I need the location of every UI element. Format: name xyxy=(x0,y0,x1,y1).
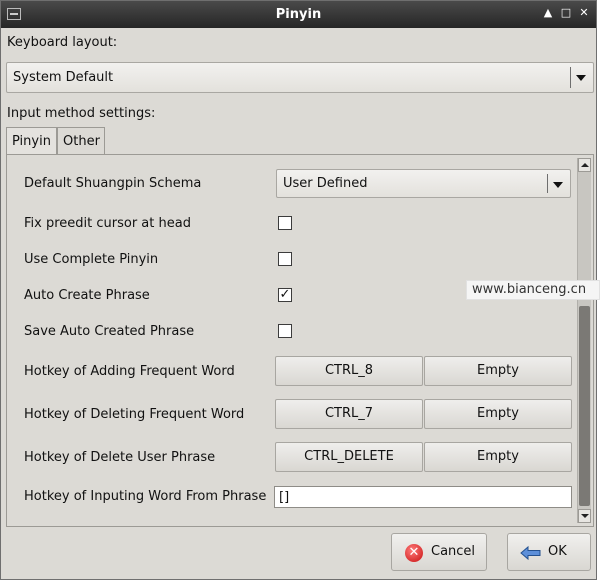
hotkey-adding-empty-button[interactable]: Empty xyxy=(424,356,572,386)
ok-arrow-icon xyxy=(520,545,541,561)
check-mark-icon: ✓ xyxy=(279,287,291,302)
cancel-button[interactable]: ✕ Cancel xyxy=(391,533,487,571)
hotkey-inputing-label: Hotkey of Inputing Word From Phrase xyxy=(24,489,267,504)
tab-other-label: Other xyxy=(63,134,100,149)
hotkey-delete-user-label: Hotkey of Delete User Phrase xyxy=(24,450,216,465)
tab-pinyin[interactable]: Pinyin xyxy=(6,127,57,155)
cancel-button-label: Cancel xyxy=(431,544,476,559)
watermark-text: www.bianceng.cn xyxy=(466,280,600,300)
tab-other[interactable]: Other xyxy=(57,127,105,155)
scroll-up-icon[interactable] xyxy=(578,158,591,172)
window-title: Pinyin xyxy=(275,7,322,22)
hotkey-deleting-empty-button[interactable]: Empty xyxy=(424,399,572,429)
ok-button-label: OK xyxy=(548,544,567,559)
shuangpin-schema-value: User Defined xyxy=(283,176,368,191)
save-auto-phrase-checkbox[interactable] xyxy=(278,324,292,338)
chevron-down-icon xyxy=(547,174,566,193)
fix-preedit-checkbox[interactable] xyxy=(278,216,292,230)
keyboard-layout-label: Keyboard layout: xyxy=(7,35,118,50)
keyboard-layout-combo[interactable]: System Default xyxy=(6,62,594,93)
hotkey-inputing-field[interactable]: [] xyxy=(274,486,572,508)
maximize-icon[interactable]: □ xyxy=(560,6,572,19)
hotkey-delete-user-key-button[interactable]: CTRL_DELETE xyxy=(275,442,423,472)
auto-create-phrase-label: Auto Create Phrase xyxy=(24,288,150,303)
ok-button[interactable]: OK xyxy=(507,533,591,571)
title-bar[interactable]: Pinyin ▲ □ ✕ xyxy=(1,1,596,28)
keep-above-icon[interactable]: ▲ xyxy=(542,6,554,19)
auto-create-phrase-checkbox[interactable]: ✓ xyxy=(278,288,292,302)
scroll-down-icon[interactable] xyxy=(578,509,591,523)
hotkey-deleting-key-button[interactable]: CTRL_7 xyxy=(275,399,423,429)
hotkey-adding-key-button[interactable]: CTRL_8 xyxy=(275,356,423,386)
hotkey-deleting-label: Hotkey of Deleting Frequent Word xyxy=(24,407,245,422)
shuangpin-schema-label: Default Shuangpin Schema xyxy=(24,176,202,191)
shuangpin-schema-combo[interactable]: User Defined xyxy=(276,169,571,198)
close-icon[interactable]: ✕ xyxy=(578,6,590,19)
tab-pinyin-label: Pinyin xyxy=(12,134,51,149)
save-auto-phrase-label: Save Auto Created Phrase xyxy=(24,324,195,339)
cancel-icon: ✕ xyxy=(405,544,423,562)
complete-pinyin-checkbox[interactable] xyxy=(278,252,292,266)
hotkey-delete-user-empty-button[interactable]: Empty xyxy=(424,442,572,472)
scrollbar-thumb[interactable] xyxy=(579,306,590,506)
complete-pinyin-label: Use Complete Pinyin xyxy=(24,252,159,267)
hotkey-adding-label: Hotkey of Adding Frequent Word xyxy=(24,364,235,379)
keyboard-layout-value: System Default xyxy=(13,70,114,85)
input-method-settings-label: Input method settings: xyxy=(7,106,156,121)
fix-preedit-label: Fix preedit cursor at head xyxy=(24,216,191,231)
settings-scrollbar[interactable] xyxy=(577,158,591,523)
chevron-down-icon xyxy=(570,67,589,88)
